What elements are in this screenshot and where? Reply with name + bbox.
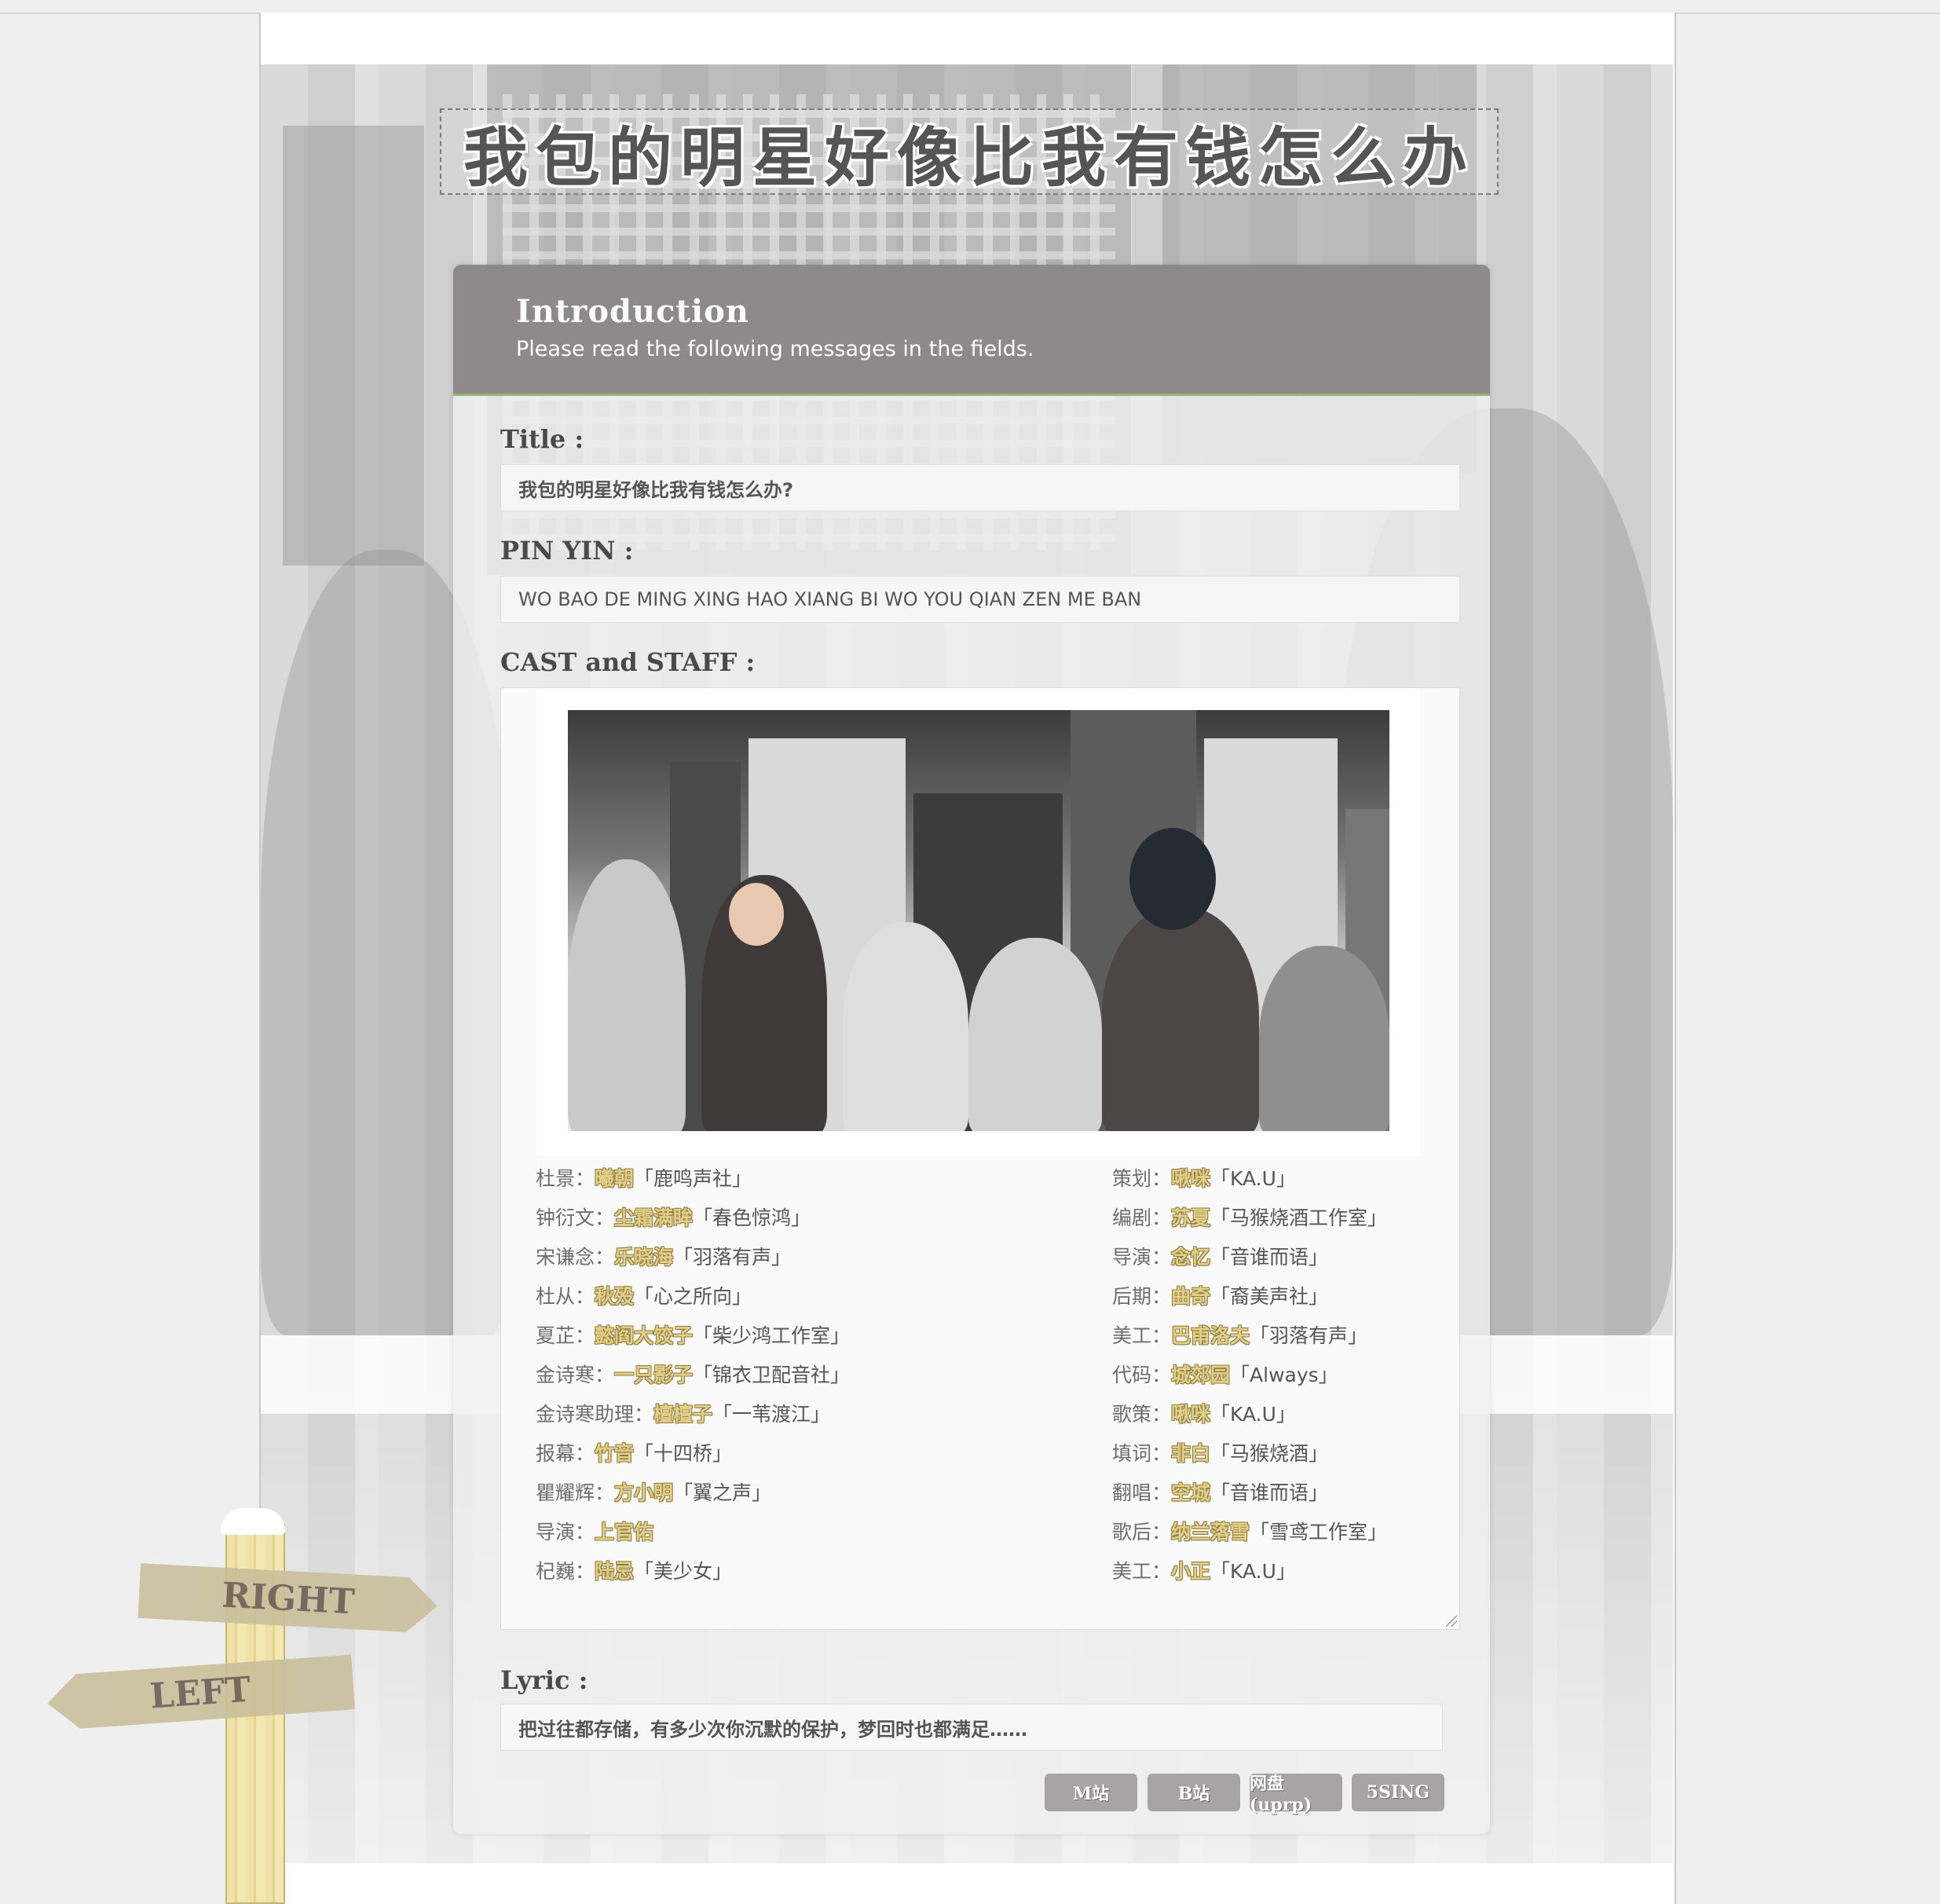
cast-row: 钟衍文：尘霜满眸「春色惊鸿」 xyxy=(536,1206,811,1229)
signpost-snow-cap xyxy=(221,1508,285,1535)
staff-row: 后期：曲奇「裔美声社」 xyxy=(1112,1285,1329,1308)
cast-row: 报幕：竹音「十四桥」 xyxy=(536,1442,733,1465)
cast-staff-label: CAST and STAFF : xyxy=(500,647,756,677)
poster-suited-character xyxy=(1102,906,1259,1131)
cast-staff-textarea[interactable]: 杜景：曦朝「鹿鸣声社」 钟衍文：尘霜满眸「春色惊鸿」 宋谦念：乐晓海「羽落有声」… xyxy=(500,687,1460,1630)
title-label: Title : xyxy=(500,424,584,454)
pinyin-label: PIN YIN : xyxy=(500,536,634,566)
poster-image xyxy=(536,688,1420,1155)
staff-row: 美工：小正「KA.U」 xyxy=(1112,1560,1296,1583)
cast-row: 杜从：秋殁「心之所向」 xyxy=(536,1285,752,1308)
lyric-field[interactable]: 把过往都存储，有多少次你沉默的保护，梦回时也都满足…… xyxy=(500,1704,1443,1751)
staff-row: 歌后：纳兰落雪「雪鸢工作室」 xyxy=(1112,1521,1388,1543)
cast-list: 杜景：曦朝「鹿鸣声社」 钟衍文：尘霜满眸「春色惊鸿」 宋谦念：乐晓海「羽落有声」… xyxy=(536,1159,850,1591)
form-panel: Introduction Please read the following m… xyxy=(453,265,1490,1834)
staff-row: 编剧：苏夏「马猴烧酒工作室」 xyxy=(1112,1206,1388,1229)
cast-row: 金诗寒：一只影子「锦衣卫配音社」 xyxy=(536,1364,851,1386)
cast-row: 金诗寒助理：檀檀子「一苇渡江」 xyxy=(536,1403,831,1426)
5sing-button[interactable]: 5SING xyxy=(1352,1774,1444,1811)
panel-header: Introduction Please read the following m… xyxy=(453,265,1490,396)
cast-row: 杞巍：陆忌「美少女」 xyxy=(536,1560,733,1583)
bg-building xyxy=(283,126,424,566)
cast-row: 瞿耀辉：方小明「翼之声」 xyxy=(536,1481,772,1504)
b-site-button[interactable]: B站 xyxy=(1148,1774,1240,1811)
lyric-label: Lyric : xyxy=(500,1665,588,1695)
staff-row: 歌策：啾咪「KA.U」 xyxy=(1112,1403,1296,1426)
staff-row: 填词：非白「马猴烧酒」 xyxy=(1112,1442,1329,1465)
cast-row: 宋谦念：乐晓海「羽落有声」 xyxy=(536,1246,792,1269)
cast-row: 夏芷：懿阎大饺子「柴少鸿工作室」 xyxy=(536,1324,851,1347)
netdisk-button[interactable]: 网盘(uprp) xyxy=(1250,1774,1342,1815)
poster-crowd-figure xyxy=(843,922,968,1131)
pinyin-field[interactable]: WO BAO DE MING XING HAO XIANG BI WO YOU … xyxy=(500,576,1460,623)
poster-crowd-figure xyxy=(568,859,686,1131)
poster-dark-hair xyxy=(1129,828,1216,930)
poster-illustration xyxy=(568,710,1389,1131)
title-field[interactable]: 我包的明星好像比我有钱怎么办? xyxy=(500,464,1460,511)
poster-face xyxy=(729,883,784,946)
cast-row: 导演：上官佑 xyxy=(536,1521,654,1543)
staff-row: 翻唱：空城「音谁而语」 xyxy=(1112,1481,1329,1504)
staff-row: 美工：巴甫洛夫「羽落有声」 xyxy=(1112,1324,1368,1347)
nav-right-sign[interactable]: RIGHT xyxy=(137,1563,438,1634)
staff-row: 代码：城郊园「Always」 xyxy=(1112,1364,1338,1386)
intro-subtitle: Please read the following messages in th… xyxy=(516,337,1034,361)
staff-row: 导演：念忆「音谁而语」 xyxy=(1112,1246,1329,1269)
staff-row: 策划：啾咪「KA.U」 xyxy=(1112,1167,1296,1190)
poster-crowd-figure xyxy=(1259,946,1389,1131)
cast-row: 杜景：曦朝「鹿鸣声社」 xyxy=(536,1167,752,1190)
nav-left-sign[interactable]: LEFT xyxy=(46,1654,355,1730)
m-site-button[interactable]: M站 xyxy=(1045,1774,1137,1811)
signpost-nav: RIGHT LEFT xyxy=(43,1508,452,1904)
intro-title: Introduction xyxy=(516,293,749,330)
page-title: 我包的明星好像比我有钱怎么办 xyxy=(440,108,1499,196)
staff-list: 策划：啾咪「KA.U」 编剧：苏夏「马猴烧酒工作室」 导演：念忆「音谁而语」 后… xyxy=(1112,1159,1387,1591)
textarea-resize-handle[interactable] xyxy=(1446,1616,1457,1627)
poster-crowd-figure xyxy=(968,938,1102,1131)
